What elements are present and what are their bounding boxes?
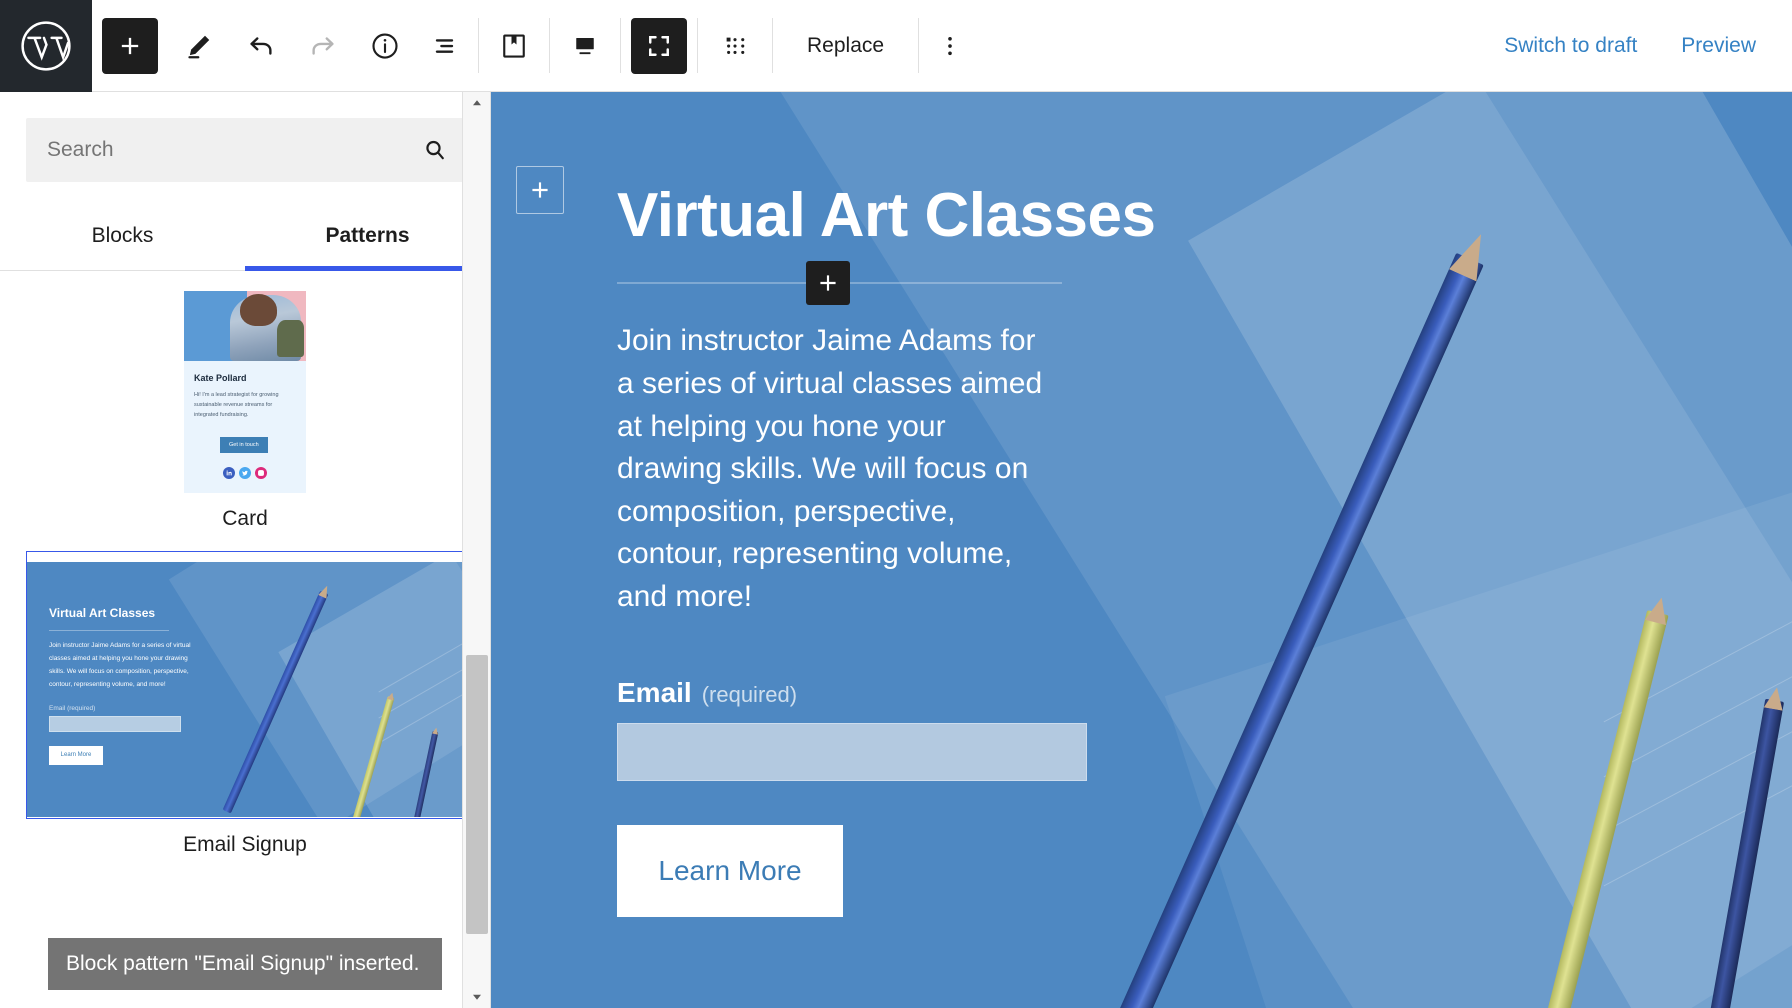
card-pattern-preview: Kate Pollard Hi! I'm a lead strategist f…	[184, 291, 306, 493]
card-body: Kate Pollard Hi! I'm a lead strategist f…	[184, 361, 306, 493]
switch-to-draft-button[interactable]: Switch to draft	[1482, 0, 1659, 92]
card-photo	[184, 291, 306, 361]
pattern-list[interactable]: Kate Pollard Hi! I'm a lead strategist f…	[0, 271, 490, 1008]
toolbar-spacer	[981, 0, 1482, 91]
search-input[interactable]	[27, 119, 407, 181]
redo-arrow-icon[interactable]	[292, 0, 354, 92]
pencil-icon[interactable]	[168, 0, 230, 92]
signup-heading: Virtual Art Classes	[49, 606, 463, 620]
pattern-item-card[interactable]: Kate Pollard Hi! I'm a lead strategist f…	[26, 291, 464, 535]
scrollbar-track[interactable]	[463, 114, 490, 986]
search-container	[0, 92, 490, 182]
email-field-label: Email (required)	[617, 677, 1792, 709]
tab-patterns[interactable]: Patterns	[245, 210, 490, 270]
fullscreen-expand-icon[interactable]	[631, 18, 687, 74]
signup-paragraph: Join instructor Jaime Adams for a series…	[49, 639, 197, 691]
linkedin-icon	[223, 467, 235, 479]
scrollbar-thumb[interactable]	[466, 655, 488, 934]
list-view-icon[interactable]	[416, 0, 478, 92]
signup-field-label-text: Email	[49, 705, 65, 712]
card-cta-button: Get in touch	[220, 437, 268, 453]
inserter-scrollbar[interactable]	[462, 92, 490, 1008]
tab-blocks[interactable]: Blocks	[0, 210, 245, 270]
inserter-tabs: Blocks Patterns	[0, 210, 490, 271]
inline-block-inserter-button[interactable]	[806, 261, 850, 305]
pattern-label-email-signup: Email Signup	[26, 819, 464, 861]
block-divider	[617, 282, 1062, 284]
card-social-links	[194, 467, 296, 479]
card-description: Hi! I'm a lead strategist for growing su…	[194, 391, 296, 421]
wordpress-block-editor: Replace Switch to draft Preview	[0, 0, 1792, 1008]
cover-block-icon[interactable]	[479, 0, 549, 92]
signup-field-label: Email (required)	[49, 705, 463, 712]
signup-field-required: (required)	[67, 705, 95, 712]
signup-email-input	[49, 716, 181, 732]
signup-learn-more-button: Learn More	[49, 746, 103, 765]
chevron-down-icon[interactable]	[463, 986, 490, 1008]
chevron-up-icon[interactable]	[463, 92, 490, 114]
drag-dots-icon[interactable]	[698, 0, 772, 92]
preview-button[interactable]: Preview	[1659, 0, 1792, 92]
info-circle-icon[interactable]	[354, 0, 416, 92]
page-title[interactable]: Virtual Art Classes	[617, 183, 1792, 248]
email-signup-pattern-preview: Virtual Art Classes Join instructor Jaim…	[26, 551, 464, 819]
wordpress-logo-icon[interactable]	[0, 0, 92, 92]
editor-toolbar: Replace Switch to draft Preview	[0, 0, 1792, 92]
email-required-text: (required)	[702, 682, 797, 707]
undo-arrow-icon[interactable]	[230, 0, 292, 92]
signup-cover: Virtual Art Classes Join instructor Jaim…	[27, 562, 463, 817]
signup-content: Virtual Art Classes Join instructor Jaim…	[27, 562, 463, 765]
vertical-ellipsis-icon[interactable]	[919, 0, 981, 92]
email-input[interactable]	[617, 723, 1087, 781]
editor-canvas[interactable]: Virtual Art Classes Join instructor Jaim…	[491, 92, 1792, 1008]
search-icon	[407, 137, 463, 163]
pattern-label-card: Card	[26, 493, 464, 535]
snackbar-notice: Block pattern "Email Signup" inserted.	[48, 938, 442, 990]
cover-inner-content: Virtual Art Classes Join instructor Jaim…	[491, 92, 1792, 1008]
pattern-item-email-signup[interactable]: Virtual Art Classes Join instructor Jaim…	[26, 551, 464, 861]
learn-more-button[interactable]: Learn More	[617, 825, 843, 917]
media-block-icon[interactable]	[550, 0, 620, 92]
twitter-icon	[239, 467, 251, 479]
cover-block-appender-button[interactable]	[516, 166, 564, 214]
card-person-name: Kate Pollard	[194, 373, 296, 383]
block-inserter-panel: Blocks Patterns Kate Pollard Hi! I'm a l…	[0, 92, 491, 1008]
add-block-button[interactable]	[102, 18, 158, 74]
cover-paragraph[interactable]: Join instructor Jaime Adams for a series…	[617, 320, 1047, 618]
replace-button[interactable]: Replace	[773, 0, 918, 92]
instagram-icon	[255, 467, 267, 479]
cover-block[interactable]: Virtual Art Classes Join instructor Jaim…	[491, 92, 1792, 1008]
email-label-text: Email	[617, 677, 692, 708]
signup-divider	[49, 630, 169, 631]
search-box[interactable]	[26, 118, 464, 182]
editor-body: Blocks Patterns Kate Pollard Hi! I'm a l…	[0, 92, 1792, 1008]
toolbar-divider	[620, 18, 621, 73]
